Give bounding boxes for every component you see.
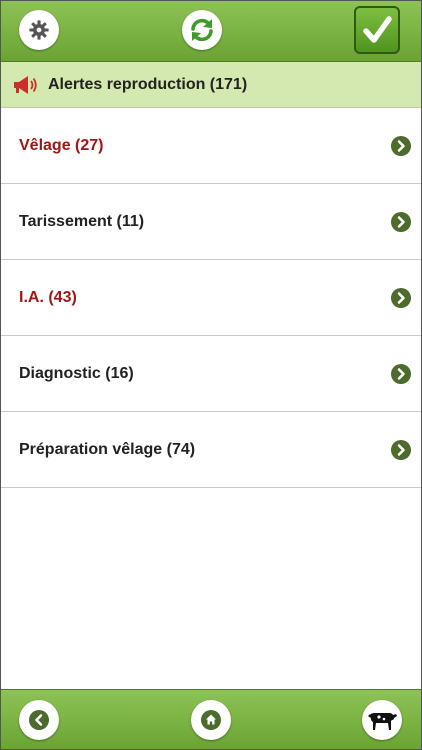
list-item-diagnostic[interactable]: Diagnostic (16) — [1, 336, 421, 412]
home-button[interactable] — [191, 700, 231, 740]
list-item-label: I.A. (43) — [19, 288, 77, 306]
list-item-preparation-velage[interactable]: Préparation vêlage (74) — [1, 412, 421, 488]
list-item-ia[interactable]: I.A. (43) — [1, 260, 421, 336]
chevron-right-icon — [391, 439, 411, 460]
home-icon — [201, 710, 221, 730]
list-item-label: Tarissement (11) — [19, 212, 145, 230]
gear-icon — [29, 20, 49, 40]
chevron-right-icon — [391, 135, 411, 156]
chevron-right-icon — [391, 287, 411, 308]
settings-button[interactable] — [19, 10, 59, 50]
top-toolbar — [1, 1, 421, 62]
animals-button[interactable] — [362, 700, 402, 740]
list-item-label: Vêlage (27) — [19, 136, 104, 154]
list-item-velage[interactable]: Vêlage (27) — [1, 108, 421, 184]
back-button[interactable] — [19, 700, 59, 740]
section-title: Alertes reproduction (171) — [48, 75, 248, 93]
bottom-toolbar — [1, 689, 421, 749]
list-item-tarissement[interactable]: Tarissement (11) — [1, 184, 421, 260]
back-icon — [29, 710, 49, 730]
refresh-icon — [191, 18, 213, 42]
chevron-right-icon — [391, 211, 411, 232]
alert-list: Vêlage (27) Tarissement (11) I.A. (43) D… — [1, 108, 421, 488]
app-frame: Alertes reproduction (171) Vêlage (27) T… — [0, 0, 422, 750]
refresh-button[interactable] — [182, 10, 222, 50]
cow-icon — [368, 713, 397, 730]
section-header: Alertes reproduction (171) — [1, 62, 421, 108]
chevron-right-icon — [391, 363, 411, 384]
list-item-label: Préparation vêlage (74) — [19, 440, 196, 458]
validate-button[interactable] — [354, 6, 400, 54]
list-item-label: Diagnostic (16) — [19, 364, 134, 382]
checkmark-icon — [363, 16, 392, 43]
megaphone-icon — [12, 74, 38, 96]
